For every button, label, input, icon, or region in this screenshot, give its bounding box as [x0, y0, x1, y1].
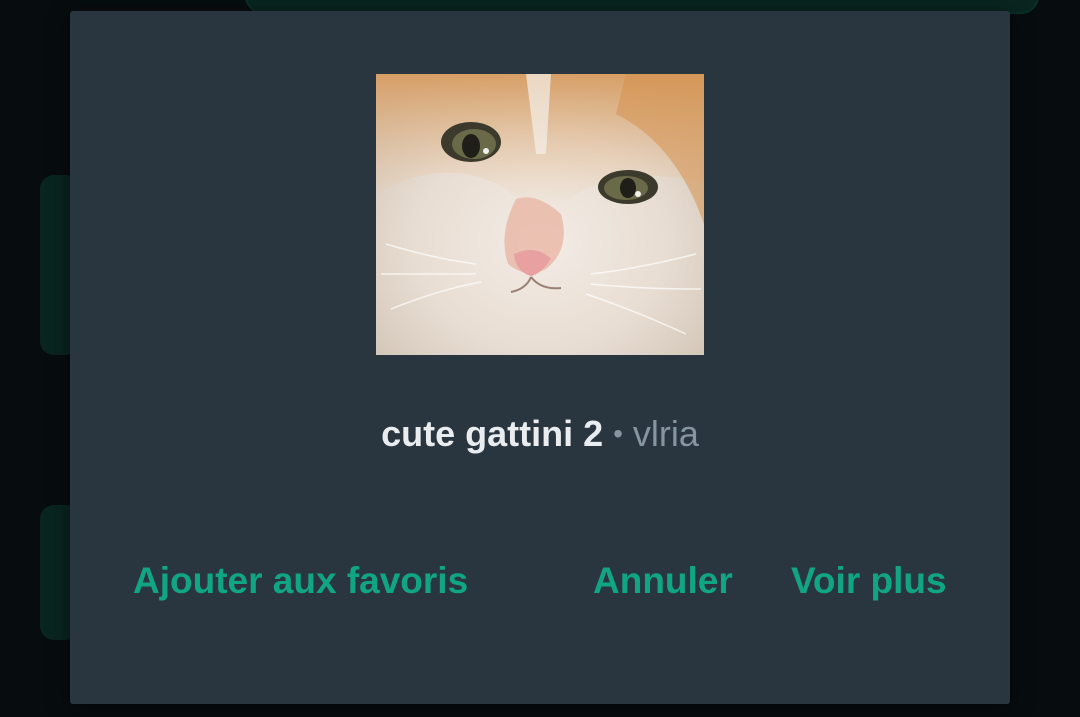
dialog-actions: Ajouter aux favoris Annuler Voir plus: [70, 551, 1010, 611]
see-more-button[interactable]: Voir plus: [791, 551, 947, 611]
separator-dot: •: [613, 418, 623, 449]
sticker-pack-info: cute gattini 2 • vlria: [70, 411, 1010, 457]
crying-cat-sticker-icon: [376, 74, 704, 355]
add-to-favorites-button[interactable]: Ajouter aux favoris: [133, 551, 468, 611]
cancel-button[interactable]: Annuler: [593, 551, 733, 611]
pack-name[interactable]: cute gattini 2: [381, 413, 603, 454]
pack-author: vlria: [632, 413, 699, 454]
sticker-image: [376, 74, 704, 355]
sticker-preview-dialog: cute gattini 2 • vlria Ajouter aux favoris…: [70, 11, 1010, 704]
